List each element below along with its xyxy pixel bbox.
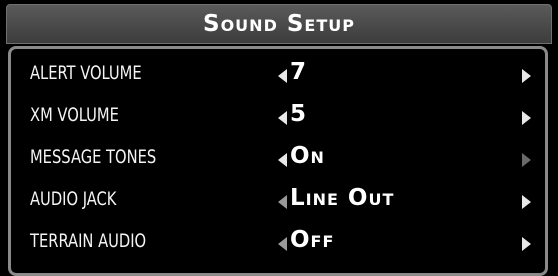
arrow-left-icon[interactable] xyxy=(278,153,287,167)
arrow-right-icon[interactable] xyxy=(522,111,531,125)
setting-row-xm-volume[interactable]: XM VOLUME 5 xyxy=(18,101,548,132)
arrow-left-icon[interactable] xyxy=(278,195,287,209)
setting-label: XM VOLUME xyxy=(30,104,119,126)
setting-label: TERRAIN AUDIO xyxy=(30,230,147,252)
setting-label: MESSAGE TONES xyxy=(30,146,157,168)
arrow-left-icon[interactable] xyxy=(278,69,287,83)
arrow-right-icon[interactable] xyxy=(522,237,531,251)
setting-label: AUDIO JACK xyxy=(30,188,117,210)
arrow-right-icon[interactable] xyxy=(522,69,531,83)
arrow-left-icon[interactable] xyxy=(278,237,287,251)
arrow-left-icon[interactable] xyxy=(278,111,287,125)
setting-value[interactable]: On xyxy=(290,143,325,169)
setting-value[interactable]: Off xyxy=(290,227,334,253)
setting-value[interactable]: 7 xyxy=(290,59,307,85)
setting-label: ALERT VOLUME xyxy=(30,62,142,84)
setting-row-terrain-audio[interactable]: TERRAIN AUDIO Off xyxy=(18,227,548,258)
setting-value[interactable]: 5 xyxy=(290,101,307,127)
title-bar: Sound Setup xyxy=(6,4,552,44)
setting-value[interactable]: Line Out xyxy=(290,185,394,211)
arrow-right-icon[interactable] xyxy=(522,153,531,167)
setting-row-audio-jack[interactable]: AUDIO JACK Line Out xyxy=(18,185,548,216)
arrow-right-icon[interactable] xyxy=(522,195,531,209)
page-title: Sound Setup xyxy=(203,11,355,37)
setting-row-alert-volume[interactable]: ALERT VOLUME 7 xyxy=(18,59,548,90)
setting-row-message-tones[interactable]: MESSAGE TONES On xyxy=(18,143,548,174)
sound-setup-screen: Sound Setup ALERT VOLUME 7 XM VOLUME 5 M… xyxy=(0,0,558,276)
